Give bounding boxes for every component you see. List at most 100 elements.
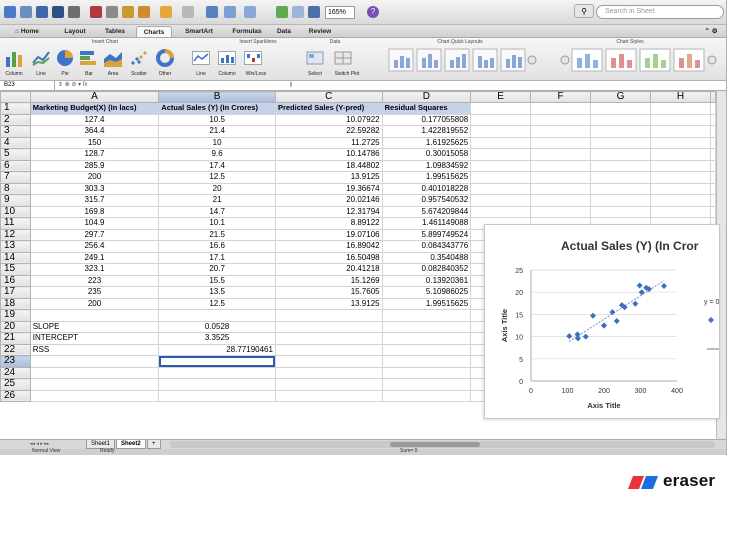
cell[interactable]: 11.2725: [274, 136, 383, 149]
cell[interactable]: [29, 309, 160, 322]
column-header-c[interactable]: C: [274, 91, 383, 103]
cell[interactable]: [530, 125, 592, 138]
cell[interactable]: [590, 159, 651, 172]
cell[interactable]: [649, 125, 712, 138]
cell[interactable]: 16.89042: [274, 240, 383, 253]
cell[interactable]: [710, 113, 716, 126]
selected-cell-b23[interactable]: [158, 355, 276, 368]
cell[interactable]: 18.44802: [274, 159, 383, 172]
cell[interactable]: 15.5: [158, 274, 276, 287]
rss-value[interactable]: 28.77190461: [158, 343, 276, 356]
cell[interactable]: 12.5: [158, 297, 276, 310]
cell[interactable]: 9.6: [158, 148, 276, 161]
open-icon[interactable]: [36, 6, 48, 18]
toolbox-icon[interactable]: [292, 6, 304, 18]
format-painter-icon[interactable]: [138, 6, 150, 18]
search-icon[interactable]: ⚲: [574, 4, 594, 18]
cell[interactable]: 127.4: [29, 113, 160, 126]
cell[interactable]: 16.6: [158, 240, 276, 253]
cut-icon[interactable]: [90, 6, 102, 18]
cell[interactable]: 5.899749524: [381, 228, 472, 241]
cell[interactable]: [274, 366, 383, 379]
cell[interactable]: [29, 366, 160, 379]
cell[interactable]: [470, 136, 532, 149]
row-header[interactable]: 10: [0, 205, 31, 218]
cell[interactable]: 21.5: [158, 228, 276, 241]
cell[interactable]: 15.1269: [274, 274, 383, 287]
cell[interactable]: [274, 343, 383, 356]
cell[interactable]: 10.07922: [274, 113, 383, 126]
cell[interactable]: [649, 205, 712, 218]
row-header[interactable]: 8: [0, 182, 31, 195]
cell[interactable]: 285.9: [29, 159, 160, 172]
other-chart-icon[interactable]: [156, 49, 174, 67]
rss-label[interactable]: RSS: [29, 343, 160, 356]
header-cell[interactable]: Residual Squares: [381, 102, 472, 115]
sheet-tab-sheet2[interactable]: Sheet2: [116, 440, 146, 449]
header-cell[interactable]: Actual Sales (Y) (In Crores): [158, 102, 276, 115]
gallery-icon[interactable]: [276, 6, 288, 18]
row-header[interactable]: 20: [0, 320, 31, 333]
slope-label[interactable]: SLOPE: [29, 320, 160, 333]
cell[interactable]: 13.9125: [274, 297, 383, 310]
row-header[interactable]: 19: [0, 309, 31, 322]
scatter-chart[interactable]: Actual Sales (Y) (In Cror 0 5 10 15 20 25 0 100 2…: [484, 224, 720, 419]
sparkline-line-icon[interactable]: [192, 49, 210, 67]
save-icon[interactable]: [52, 6, 64, 18]
cell[interactable]: 128.7: [29, 148, 160, 161]
cell[interactable]: 104.9: [29, 217, 160, 230]
cell[interactable]: 256.4: [29, 240, 160, 253]
cell[interactable]: [649, 159, 712, 172]
cell[interactable]: 0.957540532: [381, 194, 472, 207]
column-header-e[interactable]: E: [470, 91, 532, 103]
cell[interactable]: 223: [29, 274, 160, 287]
cell[interactable]: [710, 171, 716, 184]
cell[interactable]: [274, 332, 383, 345]
copy-icon[interactable]: [106, 6, 118, 18]
sparkline-column-icon[interactable]: [218, 49, 236, 67]
switch-plot-icon[interactable]: [334, 49, 352, 67]
tab-formulas[interactable]: Formulas: [226, 26, 268, 37]
column-chart-icon[interactable]: [5, 49, 23, 67]
cell[interactable]: 1.99515625: [381, 171, 472, 184]
cell[interactable]: [530, 136, 592, 149]
cell[interactable]: [381, 332, 472, 345]
cell[interactable]: 14.7: [158, 205, 276, 218]
cell[interactable]: 20.41218: [274, 263, 383, 276]
cell[interactable]: [158, 366, 276, 379]
cell[interactable]: 13.5: [158, 286, 276, 299]
cell[interactable]: [530, 182, 592, 195]
cell[interactable]: 15.7605: [274, 286, 383, 299]
view-mode-label[interactable]: Normal View: [32, 448, 60, 454]
sheet-nav-arrows[interactable]: ◂◂ ◂ ▸ ▸▸: [30, 441, 49, 447]
row-header[interactable]: 18: [0, 297, 31, 310]
cell[interactable]: [530, 113, 592, 126]
tab-review[interactable]: Review: [302, 26, 338, 37]
row-header[interactable]: 23: [0, 355, 31, 368]
cell[interactable]: 17.4: [158, 159, 276, 172]
add-sheet-button[interactable]: +: [147, 440, 161, 449]
tab-charts[interactable]: Charts: [136, 26, 172, 37]
cell[interactable]: 19.07106: [274, 228, 383, 241]
row-header[interactable]: 26: [0, 389, 31, 402]
row-header[interactable]: 2: [0, 113, 31, 126]
cell[interactable]: [470, 102, 532, 115]
cell[interactable]: 20.7: [158, 263, 276, 276]
row-header[interactable]: 21: [0, 332, 31, 345]
header-cell[interactable]: Marketing Budget(X) (In lacs): [29, 102, 160, 115]
select-all-corner[interactable]: [0, 91, 31, 103]
cell[interactable]: 150: [29, 136, 160, 149]
row-header[interactable]: 15: [0, 263, 31, 276]
column-header-b[interactable]: B: [158, 91, 276, 103]
ribbon-collapse-icon[interactable]: ⌃ ⚙: [698, 26, 724, 37]
cell[interactable]: 12.31794: [274, 205, 383, 218]
help-icon[interactable]: ?: [367, 6, 379, 18]
tab-data[interactable]: Data: [272, 26, 296, 37]
intercept-label[interactable]: INTERCEPT: [29, 332, 160, 345]
cell[interactable]: 20.02146: [274, 194, 383, 207]
row-header[interactable]: 14: [0, 251, 31, 264]
cell[interactable]: 364.4: [29, 125, 160, 138]
cell[interactable]: [649, 182, 712, 195]
row-header[interactable]: 16: [0, 274, 31, 287]
row-header[interactable]: 25: [0, 378, 31, 391]
